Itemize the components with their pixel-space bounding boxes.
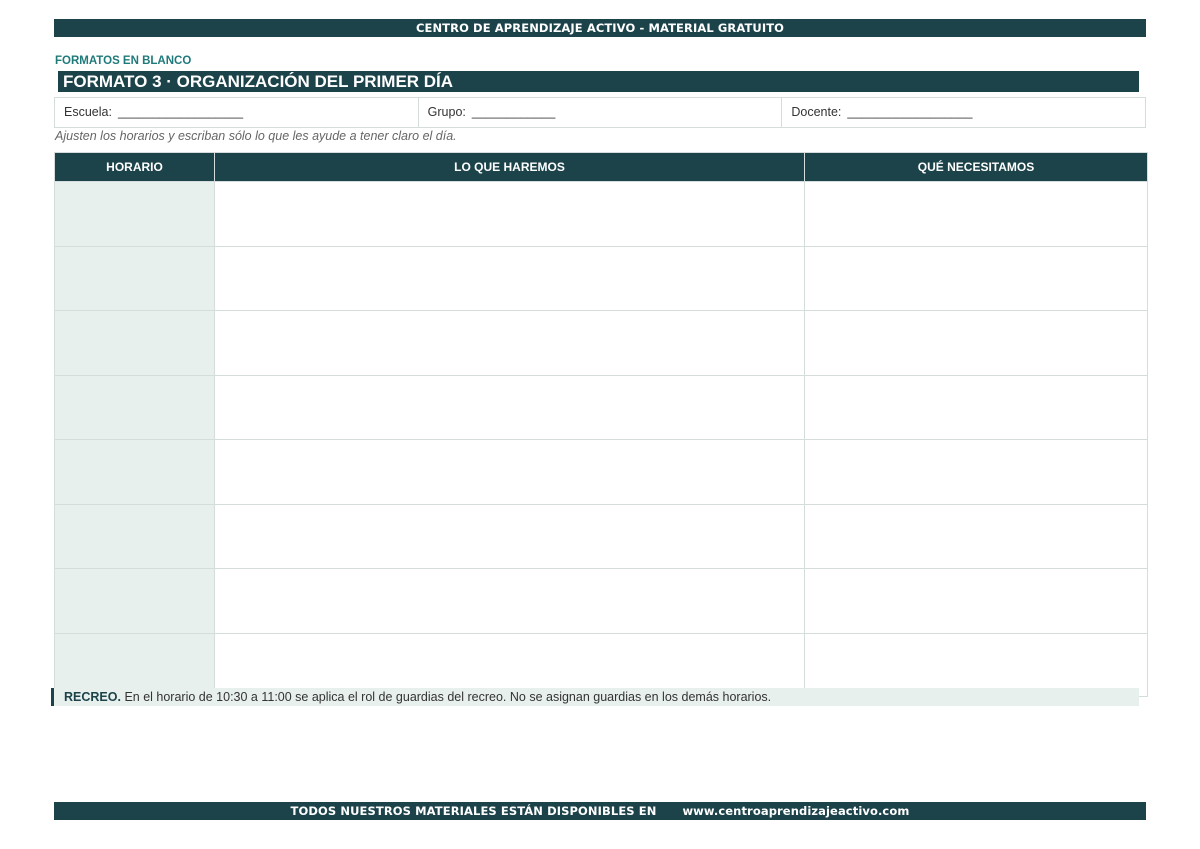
table-body (54, 181, 1148, 697)
group-blank[interactable]: ____________ (472, 105, 555, 119)
page-title-text: FORMATO 3 · ORGANIZACIÓN DEL PRIMER DÍA (63, 72, 454, 91)
recreo-note-text: En el horario de 10:30 a 11:00 se aplica… (124, 690, 772, 704)
activity-cell[interactable] (214, 439, 805, 505)
column-header-lo-que-haremos: LO QUE HAREMOS (214, 152, 805, 182)
school-blank[interactable]: __________________ (118, 105, 243, 119)
group-field[interactable]: Grupo: ____________ (419, 98, 783, 127)
table-header-row: HORARIO LO QUE HAREMOS QUÉ NECESITAMOS (54, 152, 1148, 182)
table-row (54, 181, 1148, 247)
table-row (54, 439, 1148, 505)
horario-cell[interactable] (54, 181, 215, 247)
teacher-label: Docente: (791, 105, 842, 119)
table-row (54, 246, 1148, 311)
materials-cell[interactable] (804, 246, 1148, 311)
activity-cell[interactable] (214, 181, 805, 247)
materials-cell[interactable] (804, 568, 1148, 634)
materials-cell[interactable] (804, 310, 1148, 376)
horario-cell[interactable] (54, 246, 215, 311)
table-row (54, 375, 1148, 440)
column-header-que-necesitamos: QUÉ NECESITAMOS (804, 152, 1148, 182)
footer-url-link[interactable]: www.centroaprendizajeactivo.com (682, 804, 909, 818)
horario-cell[interactable] (54, 504, 215, 569)
activity-cell[interactable] (214, 246, 805, 311)
recreo-note-label: RECREO. (64, 690, 121, 704)
activity-cell[interactable] (214, 375, 805, 440)
school-label: Escuela: (64, 105, 112, 119)
footer-text: TODOS NUESTROS MATERIALES ESTÁN DISPONIB… (290, 804, 657, 818)
table-row (54, 310, 1148, 376)
teacher-blank[interactable]: __________________ (847, 105, 972, 119)
day-plan-table: HORARIO LO QUE HAREMOS QUÉ NECESITAMOS (54, 152, 1148, 697)
horario-cell[interactable] (54, 439, 215, 505)
info-row: Escuela: __________________ Grupo: _______… (54, 97, 1146, 128)
horario-cell[interactable] (54, 568, 215, 634)
column-header-horario: HORARIO (54, 152, 215, 182)
top-banner: CENTRO DE APRENDIZAJE ACTIVO - MATERIAL … (54, 19, 1146, 37)
activity-cell[interactable] (214, 504, 805, 569)
horario-cell[interactable] (54, 310, 215, 376)
activity-cell[interactable] (214, 568, 805, 634)
activity-cell[interactable] (214, 310, 805, 376)
page-title: FORMATO 3 · ORGANIZACIÓN DEL PRIMER DÍA (58, 71, 1139, 92)
materials-cell[interactable] (804, 504, 1148, 569)
teacher-field[interactable]: Docente: __________________ (782, 98, 1145, 127)
instructions-text: Ajusten los horarios y escriban sólo lo … (55, 129, 457, 143)
materials-cell[interactable] (804, 439, 1148, 505)
materials-cell[interactable] (804, 181, 1148, 247)
horario-cell[interactable] (54, 375, 215, 440)
group-label: Grupo: (427, 105, 466, 119)
footer-banner: TODOS NUESTROS MATERIALES ESTÁN DISPONIB… (54, 802, 1146, 820)
table-row (54, 568, 1148, 634)
materials-cell[interactable] (804, 375, 1148, 440)
school-field[interactable]: Escuela: __________________ (55, 98, 419, 127)
top-banner-text: CENTRO DE APRENDIZAJE ACTIVO - MATERIAL … (415, 21, 785, 35)
table-row (54, 504, 1148, 569)
section-label: FORMATOS EN BLANCO (55, 55, 192, 67)
recreo-note: RECREO. En el horario de 10:30 a 11:00 s… (51, 688, 1139, 706)
